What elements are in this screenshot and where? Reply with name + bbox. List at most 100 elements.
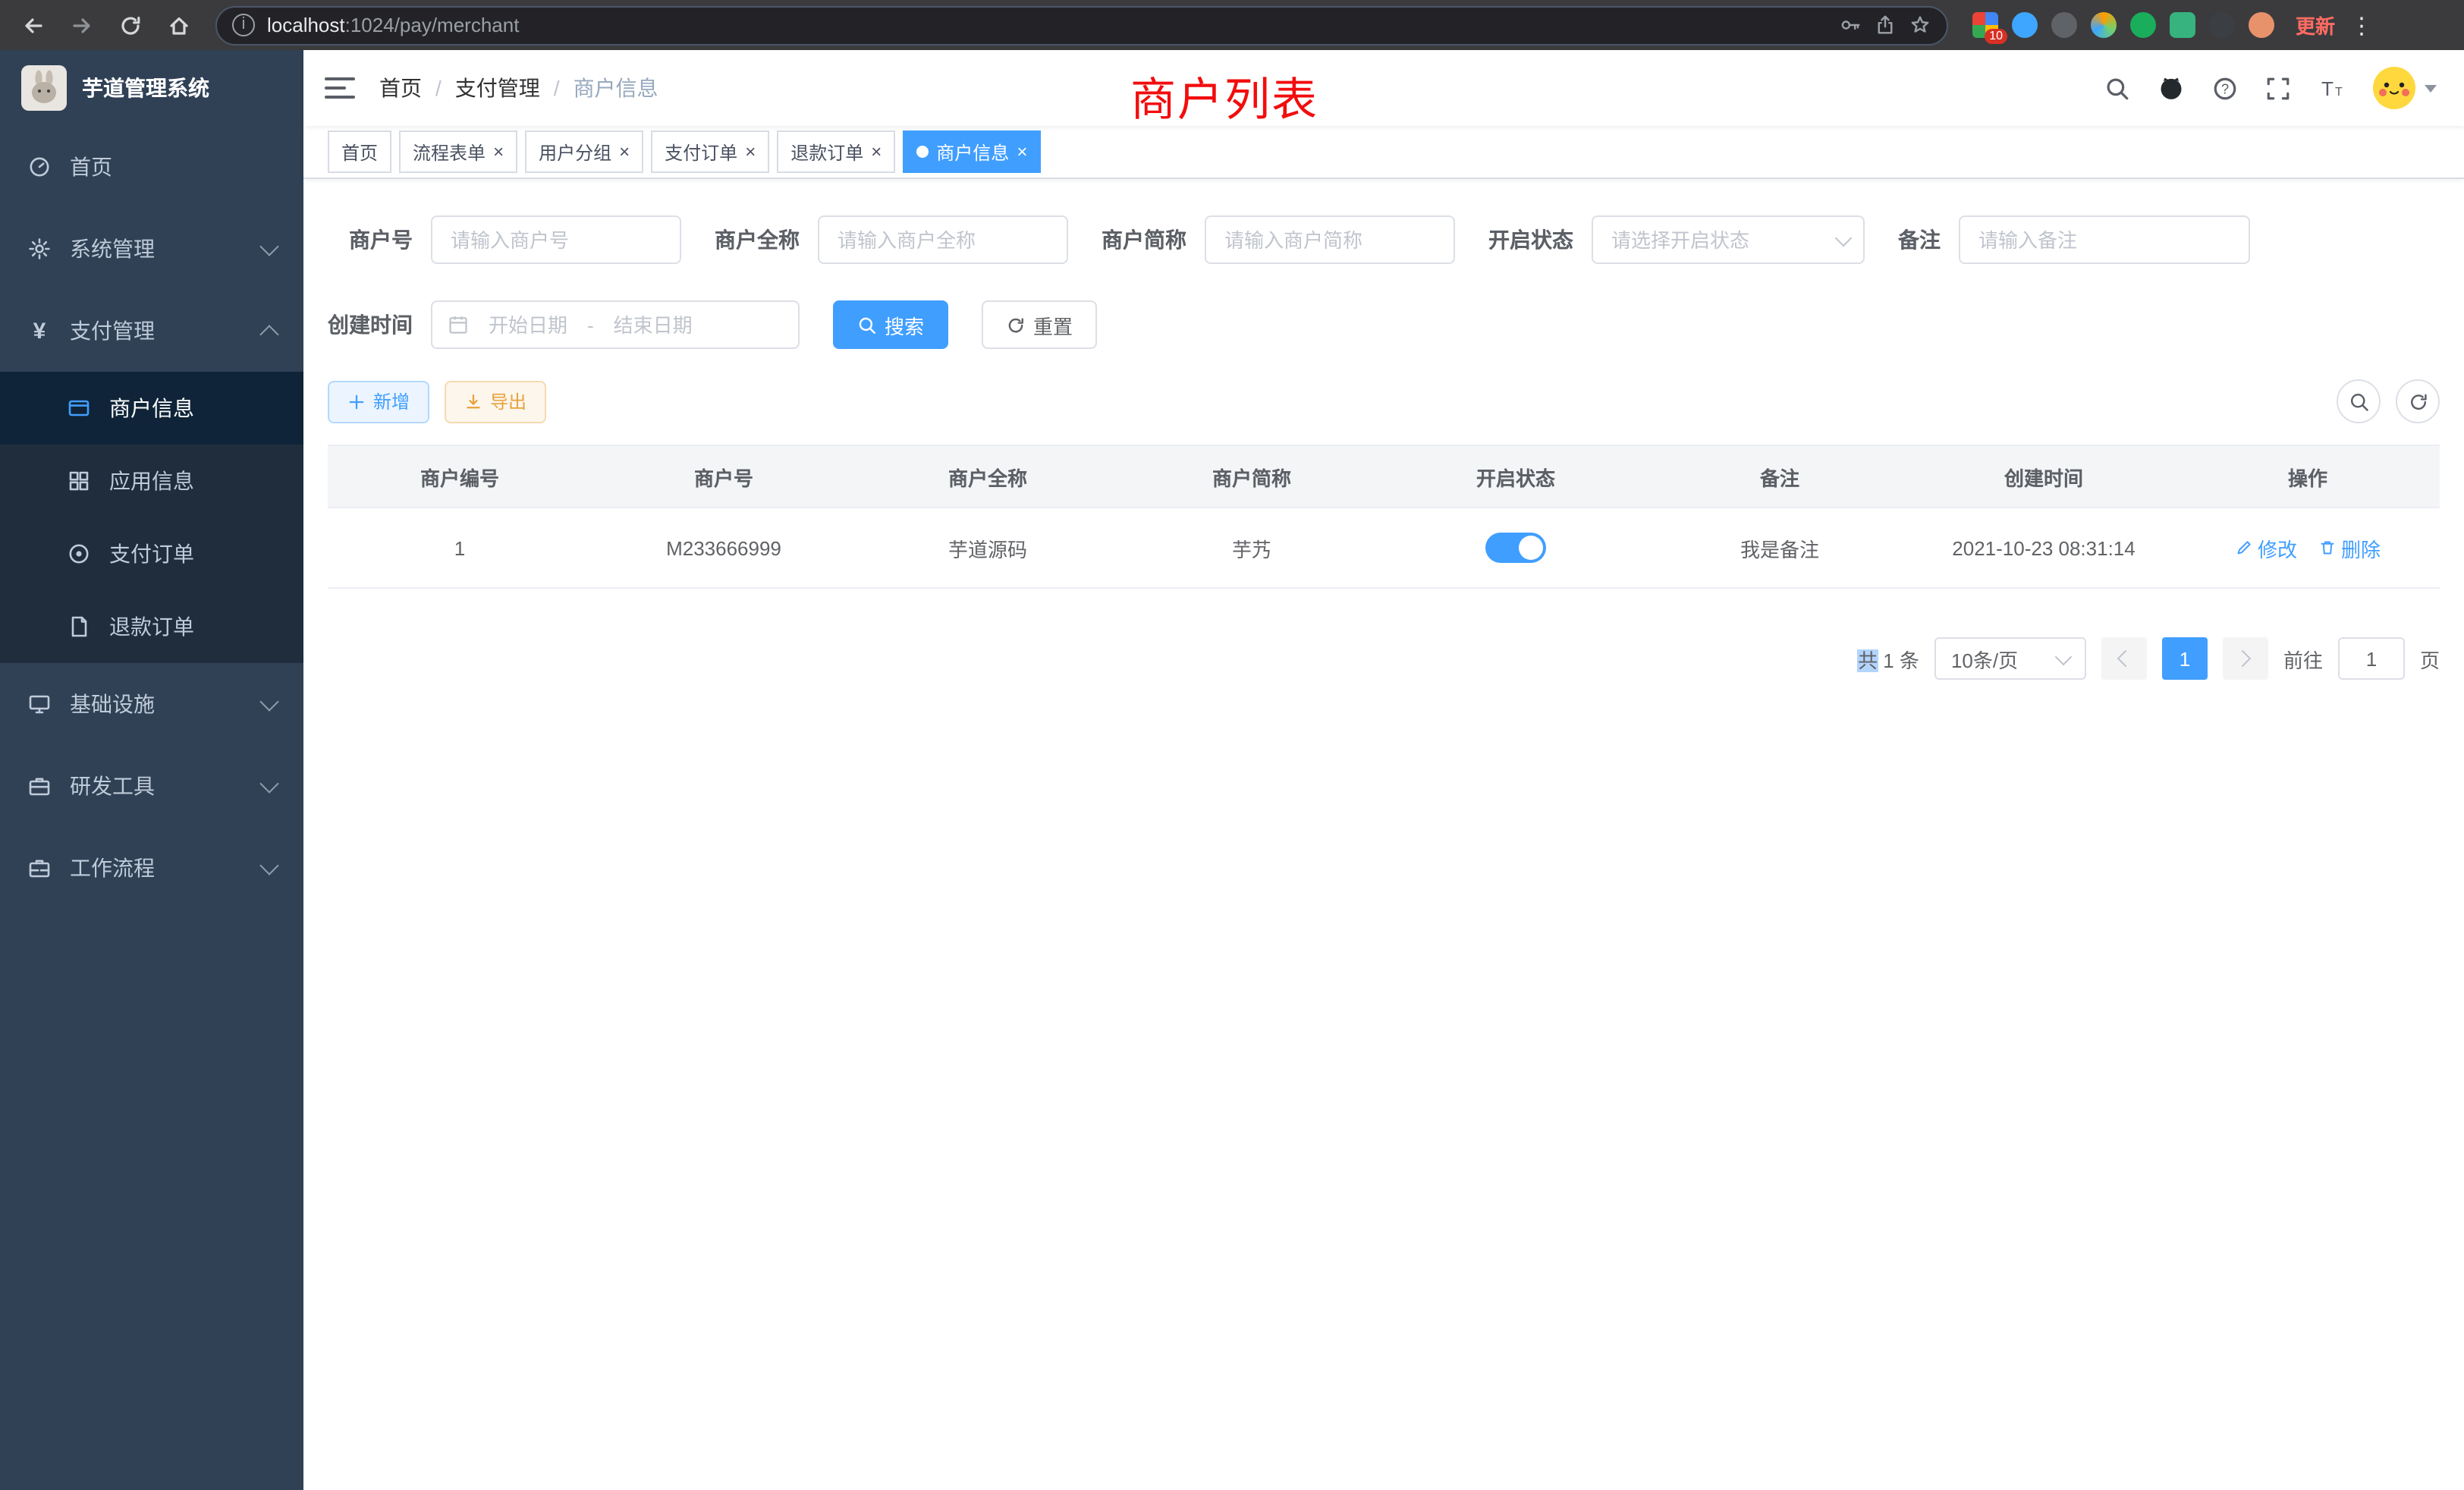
user-avatar[interactable] (2373, 67, 2437, 109)
goto-label: 前往 (2283, 644, 2323, 673)
export-button-label: 导出 (490, 388, 526, 414)
top-navbar: 首页 / 支付管理 / 商户信息 商户列表 ? (303, 50, 2464, 126)
date-range-picker[interactable]: - (431, 300, 800, 349)
share-icon[interactable] (1874, 14, 1897, 36)
tab-user-group[interactable]: 用户分组 (525, 130, 643, 173)
address-bar[interactable]: i localhost:1024/pay/merchant (215, 5, 1948, 45)
help-icon[interactable]: ? (2212, 75, 2238, 101)
extension-icon[interactable] (2051, 12, 2077, 38)
page-1-button[interactable]: 1 (2162, 637, 2208, 680)
delete-link-label: 删除 (2341, 533, 2381, 562)
extension-icon[interactable] (2170, 12, 2195, 38)
bookmark-star-icon[interactable] (1909, 14, 1931, 36)
sidebar-item-merchant-info[interactable]: 商户信息 (0, 372, 303, 445)
tab-home[interactable]: 首页 (328, 130, 391, 173)
tab-process-form[interactable]: 流程表单 (399, 130, 517, 173)
sidebar-item-pay-order[interactable]: 支付订单 (0, 517, 303, 590)
remark-label: 备注 (1898, 225, 1941, 255)
goto-page-input[interactable] (2338, 637, 2405, 680)
merchant-no-label: 商户号 (328, 225, 413, 255)
extension-icon[interactable] (2012, 12, 2038, 38)
remark-input[interactable] (1959, 215, 2250, 264)
sidebar-item-app-info[interactable]: 应用信息 (0, 445, 303, 517)
close-tab-icon[interactable] (1017, 141, 1027, 162)
search-button[interactable]: 搜索 (833, 300, 948, 349)
extension-icon[interactable] (2130, 12, 2156, 38)
close-tab-icon[interactable] (871, 141, 882, 162)
page-size-select[interactable]: 10条/页 (1934, 637, 2086, 680)
merchant-no-input[interactable] (431, 215, 681, 264)
tab-pay-order[interactable]: 支付订单 (651, 130, 769, 173)
browser-back-button[interactable] (15, 7, 52, 43)
sidebar-item-payment[interactable]: ¥ 支付管理 (0, 290, 303, 372)
start-date-input[interactable] (478, 313, 578, 336)
toggle-search-button[interactable] (2337, 379, 2381, 423)
fullscreen-icon[interactable] (2265, 75, 2291, 101)
dashboard-icon (27, 155, 52, 179)
prev-page-button[interactable] (2101, 637, 2147, 680)
remark-field: 备注 (1898, 215, 2250, 264)
merchant-name-field: 商户全称 (715, 215, 1068, 264)
browser-reload-button[interactable] (112, 7, 149, 43)
tab-refund-order[interactable]: 退款订单 (777, 130, 895, 173)
browser-menu-icon[interactable]: ⋮ (2350, 11, 2373, 39)
merchant-short-input[interactable] (1205, 215, 1455, 264)
status-select-input[interactable] (1592, 215, 1865, 264)
browser-forward-button[interactable] (64, 7, 100, 43)
download-icon (464, 392, 482, 410)
tab-label: 商户信息 (936, 139, 1009, 165)
sidebar-item-home[interactable]: 首页 (0, 126, 303, 208)
merchant-short-label: 商户简称 (1102, 225, 1186, 255)
tab-label: 退款订单 (790, 139, 863, 165)
svg-text:?: ? (2221, 80, 2229, 96)
browser-profile-avatar[interactable] (2249, 12, 2274, 38)
url-text: localhost:1024/pay/merchant (267, 14, 1827, 36)
end-date-input[interactable] (603, 313, 703, 336)
site-info-icon[interactable]: i (232, 14, 255, 36)
sidebar-toggle-icon[interactable] (325, 73, 355, 103)
close-tab-icon[interactable] (745, 141, 756, 162)
breadcrumb-payment[interactable]: 支付管理 (455, 73, 540, 103)
delete-link[interactable]: 删除 (2318, 533, 2381, 562)
edit-link[interactable]: 修改 (2235, 533, 2297, 562)
tab-merchant-info-active[interactable]: 商户信息 (903, 130, 1041, 173)
extension-icon[interactable] (2091, 12, 2117, 38)
export-button[interactable]: 导出 (445, 380, 546, 423)
close-tab-icon[interactable] (619, 141, 630, 162)
reset-button[interactable]: 重置 (982, 300, 1097, 349)
sidebar-item-workflow[interactable]: 工作流程 (0, 827, 303, 909)
svg-text:T: T (2335, 85, 2343, 98)
sidebar-item-dev-tools[interactable]: 研发工具 (0, 745, 303, 827)
search-icon (2348, 391, 2369, 412)
status-toggle[interactable] (1485, 533, 1546, 563)
sidebar-item-refund-order[interactable]: 退款订单 (0, 590, 303, 663)
sidebar-logo[interactable]: 芋道管理系统 (0, 50, 303, 126)
status-select[interactable] (1592, 215, 1865, 264)
sidebar-item-system[interactable]: 系统管理 (0, 208, 303, 290)
col-create-time: 创建时间 (1912, 445, 2176, 508)
password-key-icon[interactable] (1839, 14, 1862, 36)
breadcrumb-home[interactable]: 首页 (379, 73, 422, 103)
extension-icon[interactable] (2209, 12, 2235, 38)
avatar-image (2373, 67, 2415, 109)
chevron-down-icon (2055, 648, 2073, 665)
add-button-label: 新增 (373, 388, 410, 414)
next-page-button[interactable] (2223, 637, 2268, 680)
chrome-update-button[interactable]: 更新 (2296, 11, 2335, 39)
font-size-icon[interactable]: TT (2318, 75, 2346, 101)
extension-icon[interactable]: 10 (1972, 12, 1998, 38)
close-tab-icon[interactable] (493, 141, 504, 162)
merchant-name-input[interactable] (818, 215, 1068, 264)
browser-home-button[interactable] (161, 7, 197, 43)
url-path: :1024/pay/merchant (345, 14, 520, 36)
chevron-down-icon (259, 691, 278, 710)
sidebar-item-infrastructure[interactable]: 基础设施 (0, 663, 303, 745)
cell-full-name: 芋道源码 (856, 508, 1120, 588)
grid-icon (67, 469, 91, 493)
forward-arrow-icon (70, 13, 94, 37)
cell-merchant-id: 1 (328, 508, 592, 588)
add-button[interactable]: 新增 (328, 380, 429, 423)
refresh-table-button[interactable] (2396, 379, 2440, 423)
search-icon[interactable] (2104, 75, 2130, 101)
github-icon[interactable] (2158, 74, 2185, 102)
